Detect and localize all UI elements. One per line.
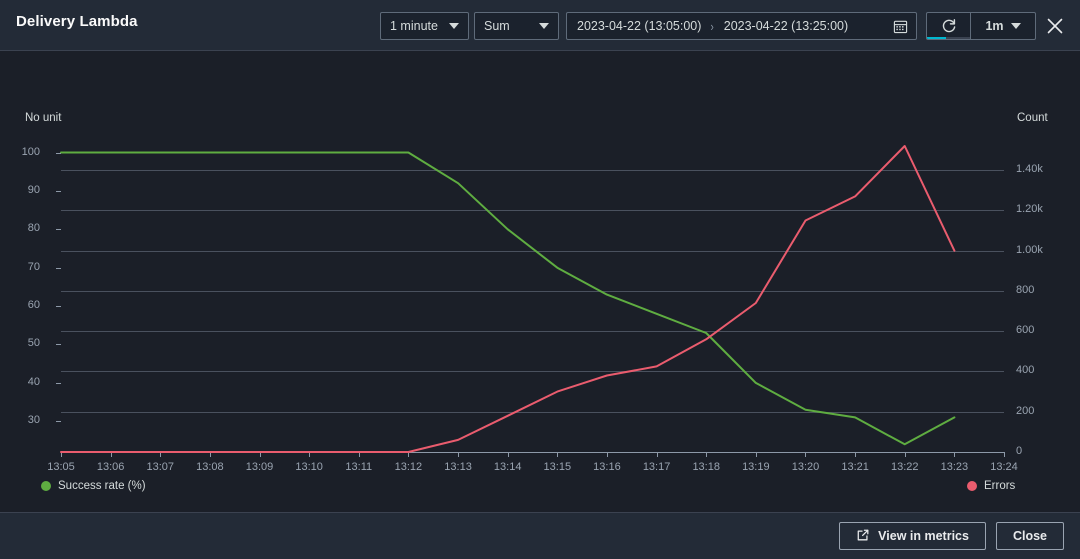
legend-label: Success rate (%)	[58, 480, 146, 492]
x-axis-tick-label: 13:16	[593, 461, 621, 473]
view-in-metrics-label: View in metrics	[878, 529, 969, 543]
x-axis-tick-label: 13:22	[890, 461, 919, 473]
date-range-picker[interactable]: 2023-04-22 (13:05:00) › 2023-04-22 (13:2…	[566, 12, 917, 40]
statistic-select-label: Sum	[484, 19, 510, 33]
x-axis-tick-label: 13:09	[245, 461, 274, 473]
close-button-label: Close	[1012, 529, 1047, 543]
line-chart-plot	[56, 145, 1005, 457]
chart-container: No unit Count 100 90 80 70 60 50 40 30 1.40k 1.2…	[0, 51, 1080, 512]
y-axis-right-tick-label: 1.00k	[1016, 243, 1043, 256]
y-axis-right-tick-label: 1.40k	[1016, 163, 1043, 176]
calendar-icon[interactable]	[893, 19, 908, 34]
x-axis-tick-label: 13:10	[295, 461, 323, 473]
close-button[interactable]: Close	[995, 522, 1064, 550]
legend-item-errors[interactable]: Errors	[967, 480, 1015, 492]
y-axis-left-tick-label: 100	[21, 145, 40, 158]
y-axis-left-tick-label: 60	[27, 299, 40, 312]
x-axis-tick-label: 13:11	[345, 461, 373, 473]
x-axis-tick-label: 13:06	[96, 461, 125, 473]
x-axis-tick-label: 13:17	[642, 461, 671, 473]
refresh-progress-bar	[927, 37, 970, 39]
y-axis-right-tick-label: 400	[1016, 364, 1035, 377]
y-axis-left-tick-label: 80	[27, 222, 40, 235]
y-axis-right-tick-label: 1.20k	[1016, 203, 1043, 216]
x-axis-tick-label: 13:07	[146, 461, 175, 473]
legend-swatch	[967, 481, 977, 491]
x-axis-tick-label: 13:08	[196, 461, 224, 473]
x-axis-tick-label: 13:23	[940, 461, 969, 473]
refresh-interval-label: 1m	[985, 19, 1004, 33]
x-axis-tick-label: 13:12	[394, 461, 423, 473]
x-axis-tick-label: 13:24	[990, 461, 1018, 473]
y-axis-left-tick-label: 30	[27, 414, 40, 427]
external-link-icon	[856, 528, 870, 545]
panel-header: Delivery Lambda 1 minute Sum 2023-04-22 …	[0, 0, 1080, 51]
y-axis-left-tick-label: 50	[27, 337, 40, 350]
legend-label: Errors	[984, 480, 1016, 492]
x-axis-tick-label: 13:20	[791, 461, 820, 473]
y-axis-right-tick-label: 600	[1016, 324, 1035, 337]
x-axis-tick-label: 13:19	[742, 461, 770, 473]
view-in-metrics-button[interactable]: View in metrics	[839, 522, 986, 550]
metric-detail-panel: Delivery Lambda 1 minute Sum 2023-04-22 …	[0, 0, 1080, 559]
refresh-control-group: 1m	[926, 12, 1036, 40]
page-title: Delivery Lambda	[16, 13, 138, 30]
x-axis-tick-label: 13:05	[47, 461, 75, 473]
statistic-select[interactable]: Sum	[474, 12, 559, 40]
x-axis-tick-label: 13:15	[543, 461, 572, 473]
y-axis-right-tick-label: 800	[1016, 283, 1035, 296]
refresh-icon	[942, 19, 955, 33]
x-axis-tick-label: 13:14	[493, 461, 522, 473]
y-axis-left-tick-label: 90	[27, 183, 40, 196]
date-range-start: 2023-04-22 (13:05:00)	[577, 19, 702, 33]
y-axis-left-tick-label: 70	[27, 260, 40, 273]
chevron-down-icon	[539, 23, 549, 29]
x-axis-tick-label: 13:21	[841, 461, 869, 473]
period-select-label: 1 minute	[390, 19, 438, 33]
x-axis-tick-label: 13:18	[692, 461, 720, 473]
date-range-end: 2023-04-22 (13:25:00)	[723, 19, 849, 33]
chevron-down-icon	[1010, 23, 1021, 29]
legend-swatch	[41, 481, 51, 491]
x-axis-tick-label: 13:13	[444, 461, 472, 473]
chevron-down-icon	[449, 23, 459, 29]
range-separator-icon: ›	[710, 18, 715, 34]
y-axis-left-tick-label: 40	[27, 375, 40, 388]
period-select[interactable]: 1 minute	[380, 12, 469, 40]
y-axis-right-tick-label: 200	[1016, 404, 1035, 417]
close-icon[interactable]	[1044, 15, 1066, 37]
panel-footer: View in metrics Close	[0, 512, 1080, 559]
refresh-interval-select[interactable]: 1m	[971, 13, 1035, 39]
refresh-button[interactable]	[927, 13, 971, 39]
y-axis-right-tick-label: 0	[1016, 445, 1023, 457]
legend-item-success-rate[interactable]: Success rate (%)	[41, 480, 146, 492]
